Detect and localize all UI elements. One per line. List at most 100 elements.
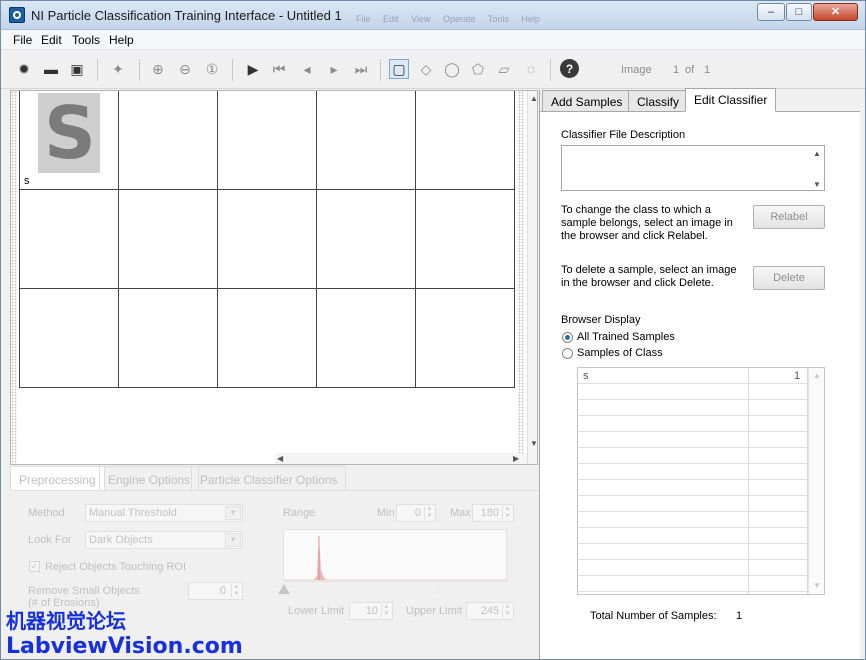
- play-icon[interactable]: ▶: [243, 59, 263, 79]
- stepper-icon[interactable]: ▲ ▼: [502, 506, 512, 520]
- list-item[interactable]: [578, 496, 808, 512]
- help-icon[interactable]: ?: [560, 59, 579, 78]
- list-item[interactable]: [578, 528, 808, 544]
- stepper-icon[interactable]: ▲ ▼: [231, 584, 241, 598]
- new-icon[interactable]: ✹: [14, 59, 34, 79]
- scroll-down-icon[interactable]: ▼: [813, 581, 821, 590]
- minimize-button[interactable]: –: [757, 3, 785, 21]
- browser-cell[interactable]: [217, 91, 317, 190]
- list-item[interactable]: [578, 384, 808, 400]
- list-item[interactable]: [578, 416, 808, 432]
- browser-cell[interactable]: [19, 288, 119, 388]
- tab-preprocessing[interactable]: Preprocessing: [10, 466, 105, 490]
- list-item[interactable]: [578, 432, 808, 448]
- browser-vertical-scrollbar[interactable]: ▲ ▼: [527, 91, 537, 464]
- freehand-roi-icon[interactable]: ▱: [494, 59, 514, 79]
- list-item[interactable]: [578, 400, 808, 416]
- list-item[interactable]: [578, 576, 808, 592]
- menu-file[interactable]: File: [13, 33, 32, 47]
- remove-small-input[interactable]: 0 ▲ ▼: [188, 582, 243, 600]
- upper-limit-slider-handle[interactable]: [433, 584, 445, 594]
- chevron-down-icon[interactable]: ▼: [225, 506, 241, 520]
- upper-limit-input[interactable]: 245 ▲ ▼: [466, 602, 514, 620]
- stepper-icon[interactable]: ▲ ▼: [424, 506, 434, 520]
- lower-limit-slider-handle[interactable]: [278, 584, 290, 594]
- rectangle-roi-icon[interactable]: ▢: [389, 59, 409, 79]
- list-item[interactable]: [578, 448, 808, 464]
- relabel-button[interactable]: Relabel: [753, 205, 825, 229]
- lower-limit-input[interactable]: 10 ▲ ▼: [349, 602, 393, 620]
- scroll-up-icon[interactable]: ▲: [530, 94, 537, 103]
- browser-cell[interactable]: [217, 189, 317, 289]
- method-select[interactable]: Manual Threshold ▼: [85, 504, 243, 522]
- scroll-up-icon[interactable]: ▲: [813, 371, 821, 380]
- oval-roi-icon[interactable]: ◯: [442, 59, 462, 79]
- lower-limit-label: Lower Limit: [288, 605, 345, 617]
- open-folder-icon[interactable]: ▬: [41, 59, 61, 79]
- first-image-icon[interactable]: ⏮: [269, 59, 289, 79]
- list-item[interactable]: [578, 544, 808, 560]
- browser-cell[interactable]: [118, 91, 218, 190]
- maximize-button[interactable]: □: [786, 3, 812, 21]
- sample-thumbnail[interactable]: S: [38, 93, 100, 173]
- last-image-icon[interactable]: ⏭: [351, 59, 371, 79]
- menu-help[interactable]: Help: [109, 33, 134, 47]
- browser-cell[interactable]: [217, 288, 317, 388]
- browser-cell[interactable]: [415, 91, 515, 190]
- browser-cell[interactable]: [316, 91, 416, 190]
- polygon-roi-icon[interactable]: ⬠: [468, 59, 488, 79]
- tab-add-samples[interactable]: Add Samples: [542, 90, 632, 112]
- reject-checkbox[interactable]: ✓: [29, 561, 40, 572]
- max-input[interactable]: 180 ▲ ▼: [472, 504, 514, 522]
- zoom-out-icon[interactable]: ⊖: [175, 59, 195, 79]
- list-scrollbar[interactable]: ▲ ▼: [808, 368, 824, 594]
- browser-cell[interactable]: [415, 189, 515, 289]
- classifier-description-field[interactable]: ▲ ▼: [561, 145, 825, 191]
- scroll-down-icon[interactable]: ▼: [813, 180, 821, 189]
- browser-cell[interactable]: [118, 189, 218, 289]
- stepper-icon[interactable]: ▲ ▼: [381, 604, 391, 618]
- browser-cell[interactable]: S s: [19, 91, 119, 190]
- menu-tools[interactable]: Tools: [72, 33, 100, 47]
- list-item[interactable]: [578, 464, 808, 480]
- add-samples-icon[interactable]: ✦: [108, 59, 128, 79]
- title-bar[interactable]: NI Particle Classification Training Inte…: [1, 1, 865, 30]
- list-item[interactable]: [578, 560, 808, 576]
- chevron-down-icon[interactable]: ▼: [225, 533, 241, 547]
- annulus-roi-icon[interactable]: ◌: [521, 59, 541, 79]
- radio-all-trained-samples[interactable]: [562, 332, 573, 343]
- sample-browser[interactable]: S s ▲ ▼ ◀ ▶: [10, 90, 538, 465]
- next-image-icon[interactable]: ▸: [324, 59, 344, 79]
- menu-edit[interactable]: Edit: [41, 33, 62, 47]
- scroll-down-icon[interactable]: ▼: [530, 439, 537, 448]
- stepper-icon[interactable]: ▲ ▼: [502, 604, 512, 618]
- list-item[interactable]: s 1: [578, 368, 808, 384]
- browser-cell[interactable]: [316, 189, 416, 289]
- zoom-in-icon[interactable]: ⊕: [148, 59, 168, 79]
- browser-horizontal-scrollbar[interactable]: ◀ ▶: [275, 453, 527, 464]
- class-list[interactable]: s 1 ▲ ▼: [577, 367, 825, 595]
- look-for-select[interactable]: Dark Objects ▼: [85, 531, 243, 549]
- histogram[interactable]: [283, 529, 508, 582]
- browser-cell[interactable]: [118, 288, 218, 388]
- previous-image-icon[interactable]: ◂: [297, 59, 317, 79]
- rotated-rectangle-icon[interactable]: ◇: [416, 59, 436, 79]
- browser-cell[interactable]: [316, 288, 416, 388]
- browser-cell[interactable]: [19, 189, 119, 289]
- tab-edit-classifier[interactable]: Edit Classifier: [685, 88, 777, 112]
- tab-particle-classifier-options[interactable]: Particle Classifier Options: [191, 466, 347, 490]
- browser-cell[interactable]: [415, 288, 515, 388]
- close-button[interactable]: ✕: [813, 3, 858, 21]
- zoom-fit-icon[interactable]: ①: [202, 59, 222, 79]
- scroll-right-icon[interactable]: ▶: [513, 454, 519, 463]
- list-item[interactable]: [578, 512, 808, 528]
- save-icon[interactable]: ▣: [67, 59, 87, 79]
- min-input[interactable]: 0 ▲ ▼: [396, 504, 436, 522]
- delete-button[interactable]: Delete: [753, 266, 825, 290]
- list-item[interactable]: [578, 480, 808, 496]
- scroll-up-icon[interactable]: ▲: [813, 149, 821, 158]
- radio-samples-of-class[interactable]: [562, 348, 573, 359]
- tab-engine-options[interactable]: Engine Options: [99, 466, 200, 490]
- tab-classify[interactable]: Classify: [628, 90, 689, 112]
- scroll-left-icon[interactable]: ◀: [277, 454, 283, 463]
